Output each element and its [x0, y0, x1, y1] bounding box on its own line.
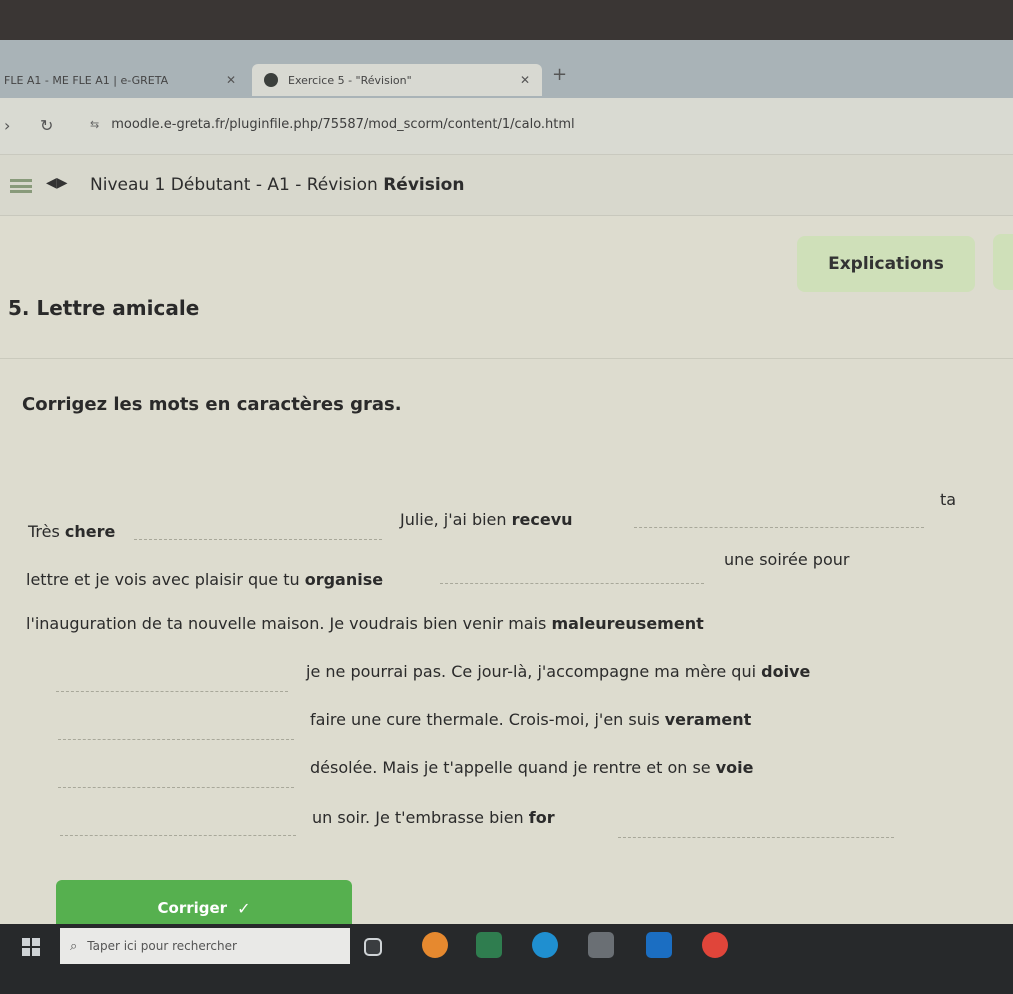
course-title-bold: Révision — [383, 175, 465, 195]
store-icon[interactable] — [588, 932, 614, 958]
side-tab[interactable] — [993, 234, 1013, 290]
text: l'inauguration de ta nouvelle maison. Je… — [26, 614, 552, 633]
course-title-text: Niveau 1 Débutant - A1 - Révision — [90, 175, 378, 195]
bold-word: chere — [64, 522, 116, 541]
text-line-6: désolée. Mais je t'appelle quand je rent… — [310, 758, 753, 777]
instruction: Corrigez les mots en caractères gras. — [22, 394, 402, 415]
url-field[interactable]: ⇆ moodle.e-greta.fr/pluginfile.php/75587… — [90, 110, 990, 138]
favicon-icon — [264, 73, 278, 87]
firefox-icon[interactable] — [422, 932, 448, 958]
navigation-arrows-icon[interactable]: ◀▶ — [46, 175, 68, 191]
tab-exercice[interactable]: Exercice 5 - "Révision" ✕ — [252, 64, 542, 96]
text-line-3: l'inauguration de ta nouvelle maison. Je… — [26, 614, 704, 633]
reload-icon[interactable]: ↻ — [40, 116, 53, 135]
taskbar: ⌕ Taper ici pour rechercher — [0, 924, 1013, 994]
search-icon: ⌕ — [70, 938, 78, 954]
bold-word: organise — [304, 570, 384, 589]
text-line-1a: Très chere — [28, 522, 115, 541]
answer-field[interactable] — [58, 786, 294, 788]
tab-label: Exercice 5 - "Révision" — [288, 73, 412, 87]
answer-field[interactable] — [618, 836, 894, 838]
section-title: 5. Lettre amicale — [8, 296, 200, 320]
bold-word: recevu — [511, 510, 573, 529]
outlook-icon[interactable] — [646, 932, 672, 958]
text: faire une cure thermale. Crois-moi, j'en… — [310, 710, 665, 729]
app-icon[interactable] — [476, 932, 502, 958]
text: Julie, j'ai bien — [400, 510, 512, 529]
text-line-1b: Julie, j'ai bien recevu — [400, 510, 573, 529]
text-line-7a: un soir. Je t'embrasse bien for — [312, 808, 555, 827]
bold-word: doive — [761, 662, 811, 681]
taskbar-search-input[interactable]: ⌕ Taper ici pour rechercher — [60, 928, 350, 964]
close-icon[interactable]: ✕ — [226, 73, 236, 87]
windows-start-icon[interactable] — [22, 938, 40, 956]
new-tab-icon[interactable]: + — [552, 64, 567, 85]
answer-field[interactable] — [58, 738, 294, 740]
bold-word: maleureusement — [551, 614, 704, 633]
edge-icon[interactable] — [532, 932, 558, 958]
text: lettre et je vois avec plaisir que tu — [26, 570, 305, 589]
browser-tab-bar: FLE A1 - ME FLE A1 | e-GRETA ✕ Exercice … — [0, 40, 1013, 98]
close-icon[interactable]: ✕ — [520, 73, 530, 87]
chrome-icon[interactable] — [702, 932, 728, 958]
exercise-content: Explications 5. Lettre amicale Corrigez … — [0, 216, 1013, 936]
divider — [0, 358, 1013, 359]
tab-moodle[interactable]: FLE A1 - ME FLE A1 | e-GRETA ✕ — [0, 64, 248, 96]
site-info-icon[interactable]: ⇆ — [90, 118, 99, 131]
text: Très — [28, 522, 65, 541]
address-bar: › ↻ ⇆ moodle.e-greta.fr/pluginfile.php/7… — [0, 98, 1013, 155]
task-view-icon[interactable] — [364, 938, 382, 956]
text-line-5: faire une cure thermale. Crois-moi, j'en… — [310, 710, 751, 729]
check-icon: ✓ — [237, 898, 251, 918]
text-line-2a: lettre et je vois avec plaisir que tu or… — [26, 570, 383, 589]
url-text: moodle.e-greta.fr/pluginfile.php/75587/m… — [111, 116, 575, 132]
corriger-label: Corriger — [157, 899, 228, 917]
answer-field[interactable] — [134, 538, 382, 540]
answer-field[interactable] — [56, 690, 288, 692]
course-header: ◀▶ Niveau 1 Débutant - A1 - Révision Rév… — [0, 155, 1013, 216]
text-line-1c: ta — [940, 490, 957, 509]
forward-icon[interactable]: › — [4, 116, 10, 135]
search-placeholder: Taper ici pour rechercher — [87, 939, 237, 953]
screen: FLE A1 - ME FLE A1 | e-GRETA ✕ Exercice … — [0, 40, 1013, 994]
explications-button[interactable]: Explications — [797, 236, 975, 292]
answer-field[interactable] — [634, 526, 924, 528]
answer-field[interactable] — [60, 834, 296, 836]
text-line-4: je ne pourrai pas. Ce jour-là, j'accompa… — [306, 662, 810, 681]
text: désolée. Mais je t'appelle quand je rent… — [310, 758, 716, 777]
bold-word: voie — [715, 758, 754, 777]
bold-word: for — [528, 808, 555, 827]
text: un soir. Je t'embrasse bien — [312, 808, 529, 827]
menu-icon[interactable] — [10, 179, 32, 193]
bold-word: verament — [664, 710, 752, 729]
course-title: Niveau 1 Débutant - A1 - Révision Révisi… — [90, 175, 464, 195]
text-line-2b: une soirée pour — [724, 550, 850, 569]
answer-field[interactable] — [440, 582, 704, 584]
tab-label: FLE A1 - ME FLE A1 | e-GRETA — [4, 73, 169, 87]
text: je ne pourrai pas. Ce jour-là, j'accompa… — [306, 662, 762, 681]
